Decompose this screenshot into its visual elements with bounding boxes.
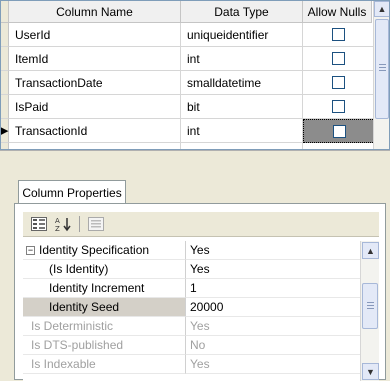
row-selector[interactable]: [1, 47, 9, 71]
grip-icon: [379, 64, 386, 73]
tab-column-properties[interactable]: Column Properties: [18, 180, 126, 204]
property-row-is-dts-published[interactable]: Is DTS-published No: [23, 336, 379, 355]
scroll-thumb[interactable]: [375, 19, 389, 119]
data-type-cell[interactable]: uniqueidentifier: [181, 23, 303, 47]
property-value[interactable]: 1: [186, 279, 360, 298]
scroll-up-arrow-icon[interactable]: ▲: [362, 242, 379, 259]
allow-nulls-checkbox[interactable]: [332, 28, 345, 41]
property-value: Yes: [186, 317, 360, 336]
property-row-is-indexable[interactable]: Is Indexable Yes: [23, 355, 379, 374]
grid-header: Column Name Data Type Allow Nulls: [1, 1, 389, 23]
columns-grid: Column Name Data Type Allow Nulls UserId…: [0, 0, 390, 150]
allow-nulls-cell[interactable]: [303, 47, 375, 71]
categorized-icon[interactable]: [29, 215, 49, 233]
data-type-cell[interactable]: int: [181, 119, 303, 143]
grid-rows: UserId uniqueidentifier ItemId int Trans…: [1, 23, 375, 149]
column-name-cell[interactable]: ItemId: [9, 47, 181, 71]
property-value[interactable]: 20000: [186, 298, 360, 317]
property-value[interactable]: Yes: [186, 260, 360, 279]
allow-nulls-checkbox[interactable]: [332, 76, 345, 89]
property-name[interactable]: − Identity Specification: [23, 241, 186, 260]
allow-nulls-cell[interactable]: [303, 119, 375, 143]
allow-nulls-cell[interactable]: [303, 71, 375, 95]
allow-nulls-header[interactable]: Allow Nulls: [303, 1, 372, 23]
property-name-label: Identity Increment: [49, 281, 145, 295]
column-properties-tab-body: A Z − Identity Specification Yes (Is Ide…: [14, 203, 386, 381]
property-value: Yes: [186, 355, 360, 374]
column-name-cell[interactable]: TransactionId: [9, 119, 181, 143]
property-row-is-deterministic[interactable]: Is Deterministic Yes: [23, 317, 379, 336]
table-row-new[interactable]: [1, 143, 375, 149]
panel-splitter[interactable]: [0, 150, 390, 170]
data-type-header[interactable]: Data Type: [181, 1, 303, 23]
primary-key-arrow-icon: ▶: [0, 125, 9, 137]
property-name-label: Identity Specification: [39, 243, 150, 257]
table-row[interactable]: ItemId int: [1, 47, 375, 71]
allow-nulls-cell[interactable]: [303, 95, 375, 119]
grip-icon: [367, 302, 374, 311]
svg-text:Z: Z: [55, 225, 60, 232]
scroll-up-arrow-icon[interactable]: ▲: [374, 1, 389, 17]
property-name[interactable]: Is Deterministic: [23, 317, 186, 336]
row-selector[interactable]: ▶: [1, 119, 9, 143]
table-row[interactable]: UserId uniqueidentifier: [1, 23, 375, 47]
property-pages-icon[interactable]: [86, 215, 106, 233]
property-name-label: Is Deterministic: [31, 319, 114, 333]
property-value[interactable]: Yes: [186, 241, 360, 260]
property-row-identity-increment[interactable]: Identity Increment 1: [23, 279, 379, 298]
table-row[interactable]: TransactionDate smalldatetime: [1, 71, 375, 95]
column-name-cell[interactable]: UserId: [9, 23, 181, 47]
data-type-cell[interactable]: int: [181, 47, 303, 71]
properties-toolbar: A Z: [23, 212, 379, 237]
property-name[interactable]: Is Indexable: [23, 355, 186, 374]
property-row-identity-specification[interactable]: − Identity Specification Yes: [23, 241, 379, 260]
row-selector[interactable]: [1, 143, 9, 149]
column-name-cell[interactable]: IsPaid: [9, 95, 181, 119]
property-value: No: [186, 336, 360, 355]
row-selector[interactable]: [1, 23, 9, 47]
property-name-label: Is Indexable: [31, 357, 96, 371]
data-type-cell[interactable]: bit: [181, 95, 303, 119]
row-selector-header[interactable]: [1, 1, 9, 23]
property-name[interactable]: Is DTS-published: [23, 336, 186, 355]
column-name-header[interactable]: Column Name: [9, 1, 181, 23]
scroll-thumb[interactable]: [362, 283, 378, 329]
property-grid-scrollbar[interactable]: ▲ ▼: [360, 241, 379, 381]
allow-nulls-checkbox[interactable]: [332, 52, 345, 65]
table-row[interactable]: IsPaid bit: [1, 95, 375, 119]
property-name[interactable]: Identity Increment: [23, 279, 186, 298]
data-type-cell[interactable]: smalldatetime: [181, 71, 303, 95]
allow-nulls-cell[interactable]: [303, 143, 375, 149]
allow-nulls-checkbox[interactable]: [332, 100, 345, 113]
column-name-cell[interactable]: TransactionDate: [9, 71, 181, 95]
property-name[interactable]: (Is Identity): [23, 260, 186, 279]
column-properties-panel: Column Properties A Z − Identity Specifi…: [0, 172, 390, 381]
row-selector[interactable]: [1, 95, 9, 119]
property-row-is-identity[interactable]: (Is Identity) Yes: [23, 260, 379, 279]
allow-nulls-checkbox[interactable]: [332, 124, 346, 138]
grid-vertical-scrollbar[interactable]: ▲: [373, 1, 389, 149]
row-selector[interactable]: [1, 71, 9, 95]
data-type-cell[interactable]: [181, 143, 303, 149]
collapse-icon[interactable]: −: [26, 245, 35, 255]
svg-text:A: A: [55, 217, 60, 225]
property-row-identity-seed[interactable]: Identity Seed 20000: [23, 298, 379, 317]
toolbar-separator: [79, 216, 80, 232]
table-row-selected[interactable]: ▶ TransactionId int: [1, 119, 375, 143]
property-name-label: Is DTS-published: [31, 338, 124, 352]
allow-nulls-cell[interactable]: [303, 23, 375, 47]
column-name-cell[interactable]: [9, 143, 181, 149]
alphabetical-sort-icon[interactable]: A Z: [53, 215, 73, 233]
property-name-label: (Is Identity): [49, 262, 109, 276]
scroll-down-arrow-icon[interactable]: ▼: [362, 363, 379, 380]
property-grid: − Identity Specification Yes (Is Identit…: [23, 241, 379, 381]
property-name-label: Identity Seed: [49, 300, 120, 314]
property-name[interactable]: Identity Seed: [23, 298, 186, 317]
